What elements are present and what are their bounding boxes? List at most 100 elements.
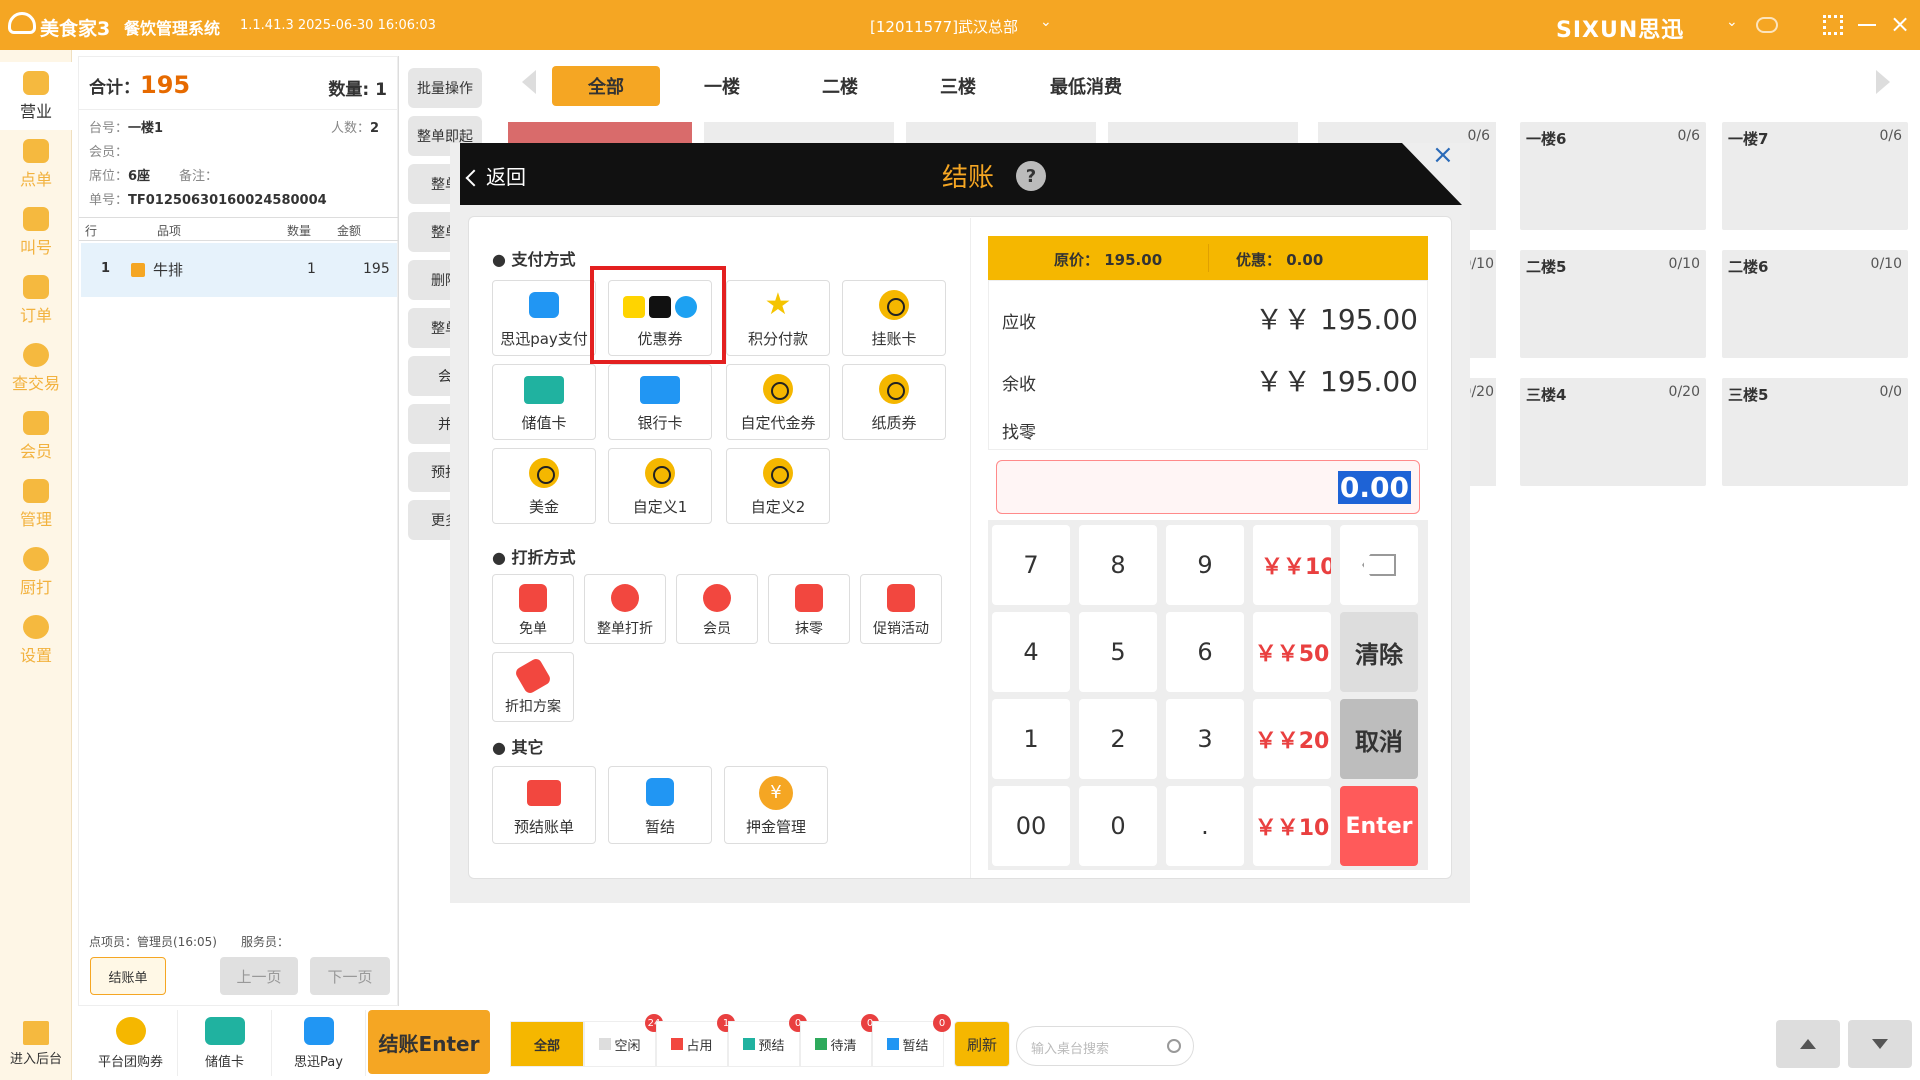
stored-card-button[interactable]: 储值卡 xyxy=(178,1010,272,1076)
pay-stored-card-button[interactable]: 储值卡 xyxy=(492,364,596,440)
cancel-key[interactable]: 取消 xyxy=(1340,699,1418,779)
search-icon[interactable] xyxy=(1167,1039,1181,1053)
key-6[interactable]: 6 xyxy=(1166,612,1244,692)
remark-info: 备注： xyxy=(179,169,219,184)
store-selector[interactable]: [12011577]武汉总部 xyxy=(870,16,1018,37)
deposit-button[interactable]: ¥ 押金管理 xyxy=(724,766,828,844)
checkout-enter-button[interactable]: 结账Enter xyxy=(368,1010,490,1074)
amount-input[interactable]: 0.00 xyxy=(996,460,1420,514)
pay-credit-card-button[interactable]: 挂账卡 xyxy=(842,280,946,356)
tab-floor2[interactable]: 二楼 xyxy=(790,66,890,106)
table-tile[interactable] xyxy=(906,122,1096,144)
filter-prebill[interactable]: 预结 0 xyxy=(728,1014,807,1067)
table-tile[interactable]: 二楼6 0/10 xyxy=(1722,250,1908,358)
discount-free-button[interactable]: 免单 xyxy=(492,574,574,644)
suspend-button[interactable]: 暂结 xyxy=(608,766,712,844)
help-icon[interactable]: ? xyxy=(1016,161,1046,191)
scroll-down-button[interactable] xyxy=(1848,1020,1912,1068)
chevron-left-icon[interactable] xyxy=(522,70,536,94)
key-50[interactable]: ￥￥50 xyxy=(1253,612,1331,692)
pay-sixunpay-button[interactable]: 思迅pay支付 xyxy=(492,280,596,356)
table-search-input[interactable]: 输入桌台搜索 xyxy=(1016,1026,1194,1066)
key-4[interactable]: 4 xyxy=(992,612,1070,692)
sixunpay-button[interactable]: 思迅Pay xyxy=(272,1010,366,1076)
table-tile[interactable]: 二楼5 0/10 xyxy=(1520,250,1706,358)
enter-backend[interactable]: 进入后台 xyxy=(0,1010,72,1078)
key-2[interactable]: 2 xyxy=(1079,699,1157,779)
pay-paper-voucher-button[interactable]: 纸质券 xyxy=(842,364,946,440)
discount-member-button[interactable]: 会员 xyxy=(676,574,758,644)
filter-all[interactable]: 全部 xyxy=(510,1021,584,1067)
pre-bill-button[interactable]: 预结账单 xyxy=(492,766,596,844)
key-9[interactable]: 9 xyxy=(1166,525,1244,605)
chevron-down-icon[interactable]: ⌄ xyxy=(1726,14,1738,30)
key-00[interactable]: 00 xyxy=(992,786,1070,866)
sidebar-item-call[interactable]: 叫号 xyxy=(0,198,72,266)
table-tile[interactable] xyxy=(704,122,894,144)
bill-button[interactable]: 结账单 xyxy=(90,957,166,995)
table-tile[interactable]: 三楼5 0/0 xyxy=(1722,378,1908,486)
tab-floor3[interactable]: 三楼 xyxy=(908,66,1008,106)
sidebar-item-transactions[interactable]: 查交易 xyxy=(0,334,72,402)
next-page-button[interactable]: 下一页 xyxy=(310,957,390,995)
tab-min-consume[interactable]: 最低消费 xyxy=(1026,66,1146,106)
table-tile[interactable]: 三楼4 0/20 xyxy=(1520,378,1706,486)
sidebar-item-order[interactable]: 点单 xyxy=(0,130,72,198)
key-5[interactable]: 5 xyxy=(1079,612,1157,692)
chevron-down-icon[interactable]: ⌄ xyxy=(1040,14,1052,30)
pay-custom2-button[interactable]: 自定义2 xyxy=(726,448,830,524)
table-tile[interactable]: 一楼7 0/6 xyxy=(1722,122,1908,230)
key-20[interactable]: ￥￥20 xyxy=(1253,699,1331,779)
chevron-right-icon[interactable] xyxy=(1876,70,1890,94)
filter-idle[interactable]: 空闲 24 xyxy=(584,1014,663,1067)
key-1[interactable]: 1 xyxy=(992,699,1070,779)
sidebar-item-orders[interactable]: 订单 xyxy=(0,266,72,334)
key-8[interactable]: 8 xyxy=(1079,525,1157,605)
discount-plan-button[interactable]: 折扣方案 xyxy=(492,652,574,722)
clear-key[interactable]: 清除 xyxy=(1340,612,1418,692)
group-coupon-button[interactable]: 平台团购券 xyxy=(84,1010,178,1076)
table-tile[interactable] xyxy=(1108,122,1298,144)
tab-all[interactable]: 全部 xyxy=(552,66,660,106)
cloud-icon[interactable] xyxy=(1756,17,1778,33)
sidebar-item-manage[interactable]: 管理 xyxy=(0,470,72,538)
pay-points-button[interactable]: ★ 积分付款 xyxy=(726,280,830,356)
coin-icon xyxy=(115,1017,146,1045)
key-0[interactable]: 0 xyxy=(1079,786,1157,866)
batch-op-button[interactable]: 批量操作 xyxy=(408,68,482,108)
pay-usd-button[interactable]: 美金 xyxy=(492,448,596,524)
prev-page-button[interactable]: 上一页 xyxy=(220,957,298,995)
tab-floor1[interactable]: 一楼 xyxy=(672,66,772,106)
table-tile-occupied[interactable] xyxy=(508,122,692,144)
pay-custom-voucher-button[interactable]: 自定代金券 xyxy=(726,364,830,440)
backspace-key[interactable] xyxy=(1340,525,1418,605)
key-10[interactable]: ￥￥10 xyxy=(1253,786,1331,866)
table-row[interactable]: 1 牛排 1 195 xyxy=(81,243,397,297)
pay-custom1-button[interactable]: 自定义1 xyxy=(608,448,712,524)
sidebar-item-kitchen[interactable]: 厨打 xyxy=(0,538,72,606)
back-button[interactable]: 返回 xyxy=(465,161,526,190)
scroll-up-button[interactable] xyxy=(1776,1020,1840,1068)
key-3[interactable]: 3 xyxy=(1166,699,1244,779)
table-tile[interactable]: 一楼6 0/6 xyxy=(1520,122,1706,230)
sidebar-item-business[interactable]: 营业 xyxy=(0,62,72,130)
key-7[interactable]: 7 xyxy=(992,525,1070,605)
filter-to-clean[interactable]: 待清 0 xyxy=(800,1014,879,1067)
people-info: 人数：2 xyxy=(330,121,379,136)
qr-code-icon[interactable] xyxy=(1823,15,1843,35)
minimize-icon[interactable] xyxy=(1858,24,1876,26)
discount-round-button[interactable]: 抹零 xyxy=(768,574,850,644)
filter-suspended[interactable]: 暂结 0 xyxy=(872,1014,951,1067)
pay-bank-card-button[interactable]: 银行卡 xyxy=(608,364,712,440)
close-icon[interactable]: × xyxy=(1890,10,1910,38)
sidebar-item-settings[interactable]: 设置 xyxy=(0,606,72,674)
key-100[interactable]: ￥￥100 xyxy=(1253,525,1331,605)
refresh-button[interactable]: 刷新 xyxy=(954,1021,1010,1067)
close-icon[interactable]: × xyxy=(1432,140,1454,170)
enter-key[interactable]: Enter xyxy=(1340,786,1418,866)
discount-promo-button[interactable]: 促销活动 xyxy=(860,574,942,644)
filter-occupied[interactable]: 占用 1 xyxy=(656,1014,735,1067)
key-dot[interactable]: . xyxy=(1166,786,1244,866)
discount-whole-button[interactable]: 整单打折 xyxy=(584,574,666,644)
sidebar-item-member[interactable]: 会员 xyxy=(0,402,72,470)
